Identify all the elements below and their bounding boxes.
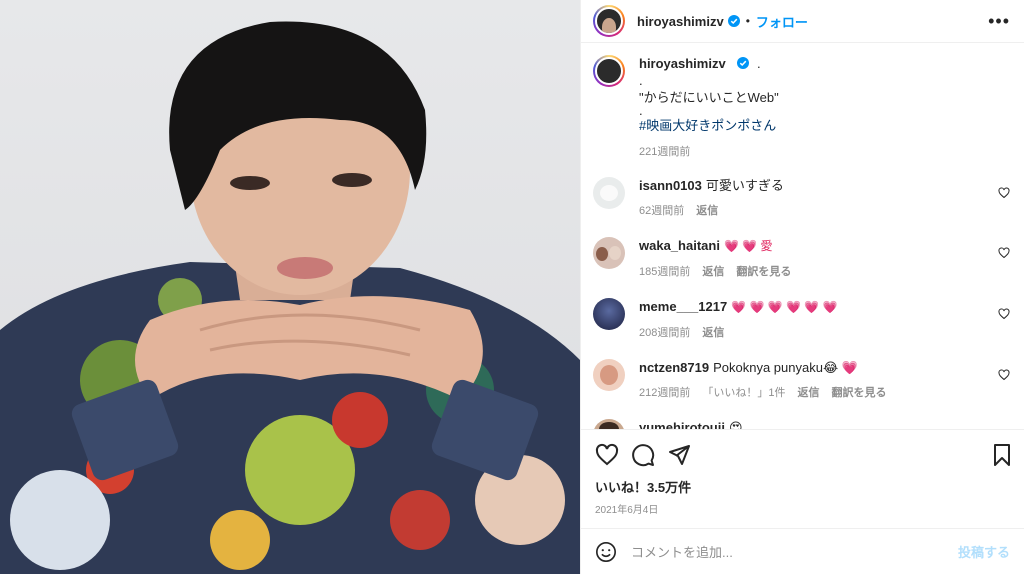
caption-line: . <box>639 103 643 118</box>
post-header: hiroyashimizv • フォロー ••• <box>581 0 1024 43</box>
comments-list[interactable]: hiroyashimizv . . "からだにいいことWeb" . #映画大好き… <box>581 43 1024 429</box>
like-comment-heart-icon[interactable] <box>998 187 1010 199</box>
comment-time: 185週間前 <box>639 266 691 278</box>
comment-item: yumehirotouji 😍 <box>593 419 1010 429</box>
post-photo[interactable] <box>0 0 580 574</box>
commenter-avatar[interactable] <box>593 419 625 429</box>
reply-button[interactable]: 返信 <box>702 266 724 278</box>
comment-item: waka_haitani 💗 💗 愛 185週間前 返信 翻訳を見る <box>593 237 1010 279</box>
author-username[interactable]: hiroyashimizv <box>637 14 724 29</box>
comment-text: 可愛いすぎる <box>705 178 784 193</box>
comment-input[interactable]: コメントを追加... <box>631 542 733 561</box>
comment-likes-count[interactable]: 「いいね！」1件 <box>702 387 785 399</box>
comment-item: nctzen8719 Pokoknya punyaku😂 💗 212週間前 「いいね… <box>593 359 1010 400</box>
like-comment-heart-icon[interactable] <box>998 308 1010 320</box>
comment-bubble-icon[interactable] <box>631 443 655 467</box>
commenter-username[interactable]: waka_haitani <box>639 238 720 253</box>
caption-username[interactable]: hiroyashimizv <box>639 56 726 71</box>
comment-time: 212週間前 <box>639 387 691 399</box>
see-translation-button[interactable]: 翻訳を見る <box>736 266 791 278</box>
save-bookmark-icon[interactable] <box>990 443 1014 467</box>
commenter-avatar[interactable] <box>593 177 625 209</box>
reply-button[interactable]: 返信 <box>696 205 718 217</box>
verified-badge-icon <box>727 15 740 27</box>
follow-button[interactable]: フォロー <box>756 12 808 31</box>
commenter-avatar[interactable] <box>593 359 625 391</box>
add-comment-bar: コメントを追加... 投稿する <box>581 528 1024 574</box>
like-heart-icon[interactable] <box>595 443 619 467</box>
comment-text: 💗 💗 💗 💗 💗 💗 <box>731 300 838 314</box>
caption-hashtag[interactable]: #映画大好きポンポさん <box>639 116 1010 135</box>
emoji-smiley-icon[interactable] <box>595 541 617 563</box>
comment-text: 😍 <box>728 420 743 429</box>
like-comment-heart-icon[interactable] <box>998 247 1010 259</box>
comment-time: 208週間前 <box>639 327 691 339</box>
more-options-icon[interactable]: ••• <box>988 12 1010 30</box>
comment-text: Pokoknya punyaku😂 💗 <box>713 360 858 375</box>
commenter-avatar[interactable] <box>593 298 625 330</box>
caption-line: "からだにいいことWeb" <box>639 90 779 105</box>
post-actions <box>581 429 1024 479</box>
caption-text: hiroyashimizv . <box>639 55 1010 72</box>
commenter-username[interactable]: meme___1217 <box>639 299 727 314</box>
caption-line: . <box>639 73 643 88</box>
comment-item: isann0103 可愛いすぎる 62週間前 返信 <box>593 177 1010 218</box>
post-comment-button[interactable]: 投稿する <box>958 542 1010 561</box>
commenter-avatar[interactable] <box>593 237 625 269</box>
commenter-username[interactable]: nctzen8719 <box>639 360 709 375</box>
share-paper-plane-icon[interactable] <box>667 443 691 467</box>
separator-dot: • <box>745 14 750 28</box>
caption-avatar[interactable] <box>593 55 625 87</box>
caption-time: 221週間前 <box>639 146 691 158</box>
post-side-panel: hiroyashimizv • フォロー ••• hiroyashimizv .… <box>580 0 1024 574</box>
comment-time: 62週間前 <box>639 205 685 217</box>
commenter-username[interactable]: isann0103 <box>639 178 702 193</box>
caption: hiroyashimizv . . "からだにいいことWeb" . #映画大好き… <box>593 55 1010 159</box>
post-date: 2021年6月4日 <box>595 505 659 516</box>
see-translation-button[interactable]: 翻訳を見る <box>831 387 886 399</box>
commenter-username[interactable]: yumehirotouji <box>639 420 725 429</box>
caption-line: . <box>756 56 761 71</box>
verified-badge-icon <box>737 57 750 69</box>
comment-item: meme___1217 💗 💗 💗 💗 💗 💗 208週間前 返信 <box>593 298 1010 340</box>
like-comment-heart-icon[interactable] <box>998 369 1010 381</box>
reply-button[interactable]: 返信 <box>797 387 819 399</box>
comment-text: 💗 💗 愛 <box>723 239 773 253</box>
likes-count[interactable]: いいね！3.5万件 <box>581 477 1024 496</box>
reply-button[interactable]: 返信 <box>702 327 724 339</box>
portrait-image <box>0 21 580 574</box>
post-modal: hiroyashimizv • フォロー ••• hiroyashimizv .… <box>0 0 1024 574</box>
author-avatar[interactable] <box>593 5 625 37</box>
